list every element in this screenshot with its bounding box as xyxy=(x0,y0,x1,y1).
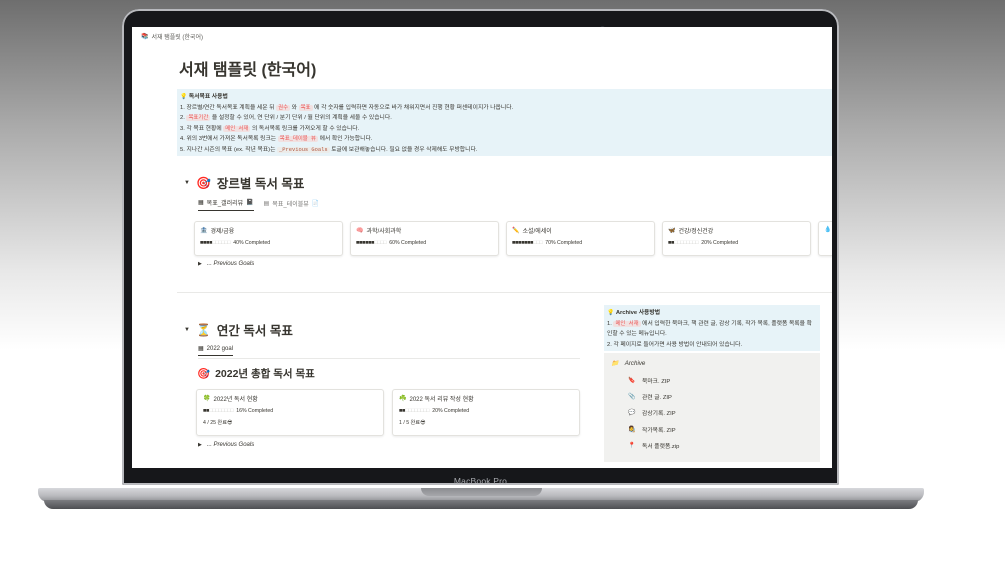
archive-box: 📁 Archive 🔖 북마크. ZIP 📎 관련 글. ZIP 💬 감상기록. ZI… xyxy=(604,353,820,462)
clover-icon: 🍀 xyxy=(203,396,211,402)
annual-total-heading: 🎯 2022년 총합 독서 목표 xyxy=(197,368,315,380)
target-icon: 🎯 xyxy=(197,368,211,380)
smile-icon: 😎 xyxy=(226,420,233,426)
archive-item-platform[interactable]: 📍 독서 플랫폼.zip xyxy=(611,438,813,454)
paperclip-icon: 📎 xyxy=(628,394,636,401)
callout-line-2: 2. 목표기간 을 설정할 수 있어, 연 단위 / 분기 단위 / 월 단위의… xyxy=(180,115,392,121)
breadcrumb[interactable]: 📚 서재 탬플릿 (한국어) xyxy=(141,32,203,41)
notion-page: 📚 서재 탬플릿 (한국어) 서재 탬플릿 (한국어) 💡 독서목표 사용법 1… xyxy=(132,27,832,468)
page-title: 서재 탬플릿 (한국어) xyxy=(179,62,317,79)
writer-icon: 👩‍🎨 xyxy=(628,426,636,433)
annual-view-tabs: ▦ 2022 goal xyxy=(198,345,234,356)
gallery-icon: ▦ xyxy=(198,200,204,206)
progress-bar: ■■□□□□□□□□ xyxy=(203,408,234,414)
genre-goal-heading[interactable]: ▼ 🎯 장르별 독서 목표 xyxy=(184,173,304,192)
genre-card-partial[interactable]: 💧 xyxy=(818,221,832,256)
breadcrumb-label: 서재 탬플릿 (한국어) xyxy=(151,35,203,41)
archive-item-review[interactable]: 💬 감상기록. ZIP xyxy=(611,405,813,421)
lightbulb-icon: 💡 xyxy=(607,310,615,316)
archive-link[interactable]: 📁 Archive xyxy=(611,359,813,368)
partial-card-icon: 💧 xyxy=(824,227,832,233)
callout-line-3: 3. 각 목표 현황에 메인 서재 의 독서목록 링크를 가져오게 할 수 있습… xyxy=(180,125,360,132)
callout-line-4: 4. 위의 3번에서 가져온 독서목록 링크는 목표_데이블 뷰 에서 확인 가… xyxy=(180,136,373,142)
genre-card-economy[interactable]: 🏦 경제/금융 ■■■■□□□□□□ 40% Completed xyxy=(194,221,343,256)
smile-icon: 😎 xyxy=(420,420,426,426)
annual-card-reading[interactable]: 🍀 2022년 독서 현황 ■■□□□□□□□□ 16% Completed 4 /… xyxy=(196,389,384,436)
annual-goal-heading[interactable]: ▼ ⏳ 연간 독서 목표 xyxy=(184,320,293,339)
clover-icon: ☘️ xyxy=(399,396,407,402)
progress-bar: ■■□□□□□□□□ xyxy=(668,240,699,246)
toggle-triangle-icon[interactable]: ▼ xyxy=(184,327,190,333)
previous-goals-toggle-annual[interactable]: ▶ ... Previous Goals xyxy=(198,442,254,448)
tab-underline xyxy=(198,358,580,359)
callout-heading: 독서목표 사용법 xyxy=(188,94,228,100)
section-divider xyxy=(177,292,832,293)
butterfly-icon: 🦋 xyxy=(668,228,676,234)
archive-usage-callout: 💡 Archive 사용방법 1. 메인 서재 에서 입력한 북마크, 책 관련… xyxy=(604,305,820,351)
target-icon: 🎯 xyxy=(195,175,211,190)
toggle-triangle-icon: ▶ xyxy=(198,442,202,448)
device-brand-label: MacBook Pro xyxy=(453,476,508,486)
archive-item-writers[interactable]: 👩‍🎨 작가목록. ZIP xyxy=(611,421,813,437)
genre-view-tabs: ▦ 목표_갤러리뷰 📓 ▤ 목표_테이블뷰 📄 xyxy=(198,198,319,211)
annual-goal-title: 연간 독서 목표 xyxy=(216,324,293,338)
lightbulb-icon: 💡 xyxy=(180,94,188,100)
genre-goal-title: 장르별 독서 목표 xyxy=(216,177,305,191)
tab-2022-goal[interactable]: ▦ 2022 goal xyxy=(198,345,234,356)
laptop-base-bottom xyxy=(44,500,918,509)
progress-bar: ■■■■■■■□□□ xyxy=(512,240,543,246)
toggle-triangle-icon: ▶ xyxy=(198,261,202,267)
speech-bubble-icon: 💬 xyxy=(628,410,636,417)
annual-card-review[interactable]: ☘️ 2022 독서 리뷰 작성 현황 ■■□□□□□□□□ 20% Complet… xyxy=(392,389,580,436)
hourglass-icon: ⏳ xyxy=(195,322,211,337)
gallery-icon: ▦ xyxy=(198,346,204,352)
progress-bar: ■■□□□□□□□□ xyxy=(399,408,430,414)
progress-bar: ■■■■■■□□□□ xyxy=(356,240,387,246)
callout-line-5: 5. 지나간 시즌의 목표 (ex. 작년 목표)는 _Previous Goa… xyxy=(180,146,478,153)
book-icon: 📓 xyxy=(246,200,254,206)
laptop-notch xyxy=(421,488,542,496)
folder-icon: 📁 xyxy=(611,360,619,367)
books-icon: 📚 xyxy=(141,34,149,40)
genre-card-science[interactable]: 🧠 과학/사회과학 ■■■■■■□□□□ 60% Completed xyxy=(350,221,499,256)
tab-goal-gallery[interactable]: ▦ 목표_갤러리뷰 📓 xyxy=(198,198,254,211)
archive-item-related[interactable]: 📎 관련 글. ZIP xyxy=(611,388,813,404)
table-icon: ▤ xyxy=(263,200,270,207)
genre-card-health[interactable]: 🦋 건강/정신건강 ■■□□□□□□□□ 20% Completed xyxy=(662,221,811,256)
document-icon: 📄 xyxy=(311,200,320,207)
pencil-icon: ✏️ xyxy=(512,228,520,234)
bookmark-icon: 🔖 xyxy=(628,377,636,384)
progress-bar: ■■■■□□□□□□ xyxy=(200,240,231,246)
archive-callout-line-2: 2. 각 페이지로 들어가면 사용 방법이 안내되어 있습니다. xyxy=(607,341,743,348)
genre-card-novel[interactable]: ✏️ 소설/에세이 ■■■■■■■□□□ 70% Completed xyxy=(506,221,655,256)
toggle-triangle-icon[interactable]: ▼ xyxy=(184,180,190,186)
bank-icon: 🏦 xyxy=(200,228,208,234)
archive-item-bookmark[interactable]: 🔖 북마크. ZIP xyxy=(611,372,813,388)
pin-icon: 📍 xyxy=(628,443,636,450)
callout-line-1: 1. 장르별/연간 독서목표 계획을 세운 뒤 권수 와 목표 에 각 숫자를 … xyxy=(180,104,514,111)
previous-goals-toggle-genre[interactable]: ▶ ... Previous Goals xyxy=(198,261,254,267)
archive-callout-line-1: 1. 메인 서재 에서 입력한 북마크, 책 관련 글, 감상 기록, 작가 목… xyxy=(607,320,812,337)
tab-goal-table[interactable]: ▤ 목표_테이블뷰 📄 xyxy=(264,198,320,211)
goal-usage-callout: 💡 독서목표 사용법 1. 장르별/연간 독서목표 계획을 세운 뒤 권수 와 … xyxy=(177,89,832,156)
science-icon: 🧠 xyxy=(356,228,364,234)
